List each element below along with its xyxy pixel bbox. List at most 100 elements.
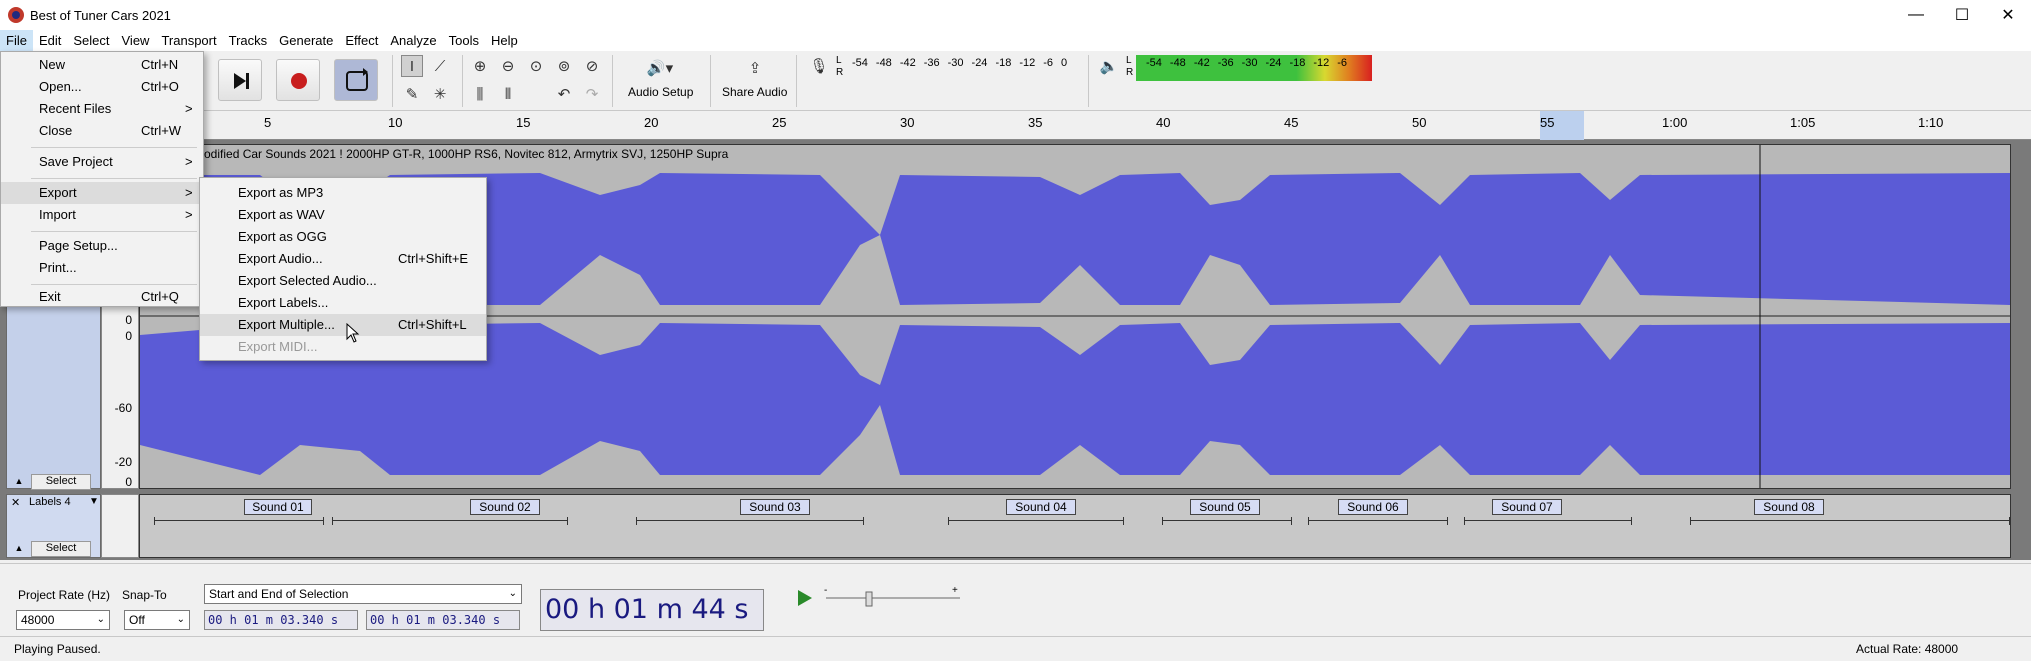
timeline-ruler[interactable]: 5 10 15 20 25 30 35 40 45 50 55 1:00 1:0…: [0, 111, 2031, 140]
minimize-button[interactable]: —: [1893, 0, 1939, 30]
file-menu: New Ctrl+N Open... Ctrl+O Recent Files > Cl…: [0, 51, 204, 307]
selection-mode-select[interactable]: Start and End of Selection ⌄: [204, 584, 522, 604]
maximize-button[interactable]: ☐: [1939, 0, 1985, 30]
menu-view[interactable]: View: [116, 30, 156, 51]
menu-item-close[interactable]: Close Ctrl+W: [1, 120, 203, 142]
redo-icon[interactable]: ↷: [581, 83, 603, 105]
label-sound-06[interactable]: Sound 06: [1338, 499, 1408, 515]
menu-tracks[interactable]: Tracks: [223, 30, 274, 51]
label-track-name[interactable]: Labels 4: [29, 496, 71, 508]
label-track-select-button[interactable]: Select: [31, 541, 91, 557]
close-button[interactable]: ✕: [1985, 0, 2031, 30]
label-sound-03[interactable]: Sound 03: [740, 499, 810, 515]
rec-meter-l: L: [836, 55, 842, 66]
menu-item-export[interactable]: Export >: [1, 182, 203, 204]
draw-tool-icon[interactable]: ✎: [401, 83, 423, 105]
label-track-menu-arrow-icon[interactable]: ▼: [89, 496, 99, 507]
label-vertical-ruler: [101, 494, 139, 558]
playback-meter[interactable]: L R -54 -48 -42 -36 -30 -24 -18 -12 -6: [1126, 55, 1372, 81]
label-sound-07[interactable]: Sound 07: [1492, 499, 1562, 515]
play-tick: -48: [1169, 57, 1186, 69]
audio-track-select-button[interactable]: Select: [31, 474, 91, 490]
menu-edit[interactable]: Edit: [33, 30, 67, 51]
title-bar: Best of Tuner Cars 2021 — ☐ ✕: [0, 0, 2031, 30]
menu-item-export-wav[interactable]: Export as WAV: [200, 204, 486, 226]
play-meter-r: R: [1126, 67, 1134, 78]
actual-rate-text: Actual Rate: 48000: [1856, 642, 1959, 656]
label-sound-01[interactable]: Sound 01: [244, 499, 312, 515]
label-sound-05[interactable]: Sound 05: [1190, 499, 1260, 515]
menu-item-export-ogg[interactable]: Export as OGG: [200, 226, 486, 248]
ruler-label: 40: [1156, 115, 1171, 130]
rec-meter-r: R: [836, 67, 844, 78]
project-rate-select[interactable]: 48000 ⌄: [16, 610, 110, 630]
envelope-tool-icon[interactable]: ⟋: [429, 55, 451, 77]
label-track[interactable]: Sound 01 Sound 02 Sound 03 Sound 04 Soun…: [139, 494, 2011, 558]
zoom-in-icon[interactable]: ⊕: [469, 55, 491, 77]
zoom-out-icon[interactable]: ⊖: [497, 55, 519, 77]
microphone-icon[interactable]: 🎙: [808, 55, 830, 77]
selection-mode-value: Start and End of Selection: [209, 587, 349, 601]
loop-button[interactable]: [334, 59, 378, 101]
collapse-arrow-icon[interactable]: ▲: [13, 543, 25, 555]
menu-tools[interactable]: Tools: [443, 30, 485, 51]
play-tick: -36: [1217, 57, 1234, 69]
menu-item-save-project[interactable]: Save Project >: [1, 151, 203, 173]
menu-item-print[interactable]: Print...: [1, 257, 203, 279]
selection-tool-icon[interactable]: I: [401, 55, 423, 77]
mouse-cursor-icon: [346, 323, 360, 343]
label-sound-08[interactable]: Sound 08: [1754, 499, 1824, 515]
play-tick: -42: [1193, 57, 1210, 69]
menu-item-export-mp3[interactable]: Export as MP3: [200, 182, 486, 204]
play-at-speed-control[interactable]: - +: [790, 584, 990, 614]
undo-icon[interactable]: ↶: [553, 83, 575, 105]
menu-generate[interactable]: Generate: [273, 30, 339, 51]
menu-file[interactable]: File: [0, 30, 33, 51]
skip-end-icon: [234, 73, 249, 89]
label-track-close-icon[interactable]: ✕: [11, 496, 20, 509]
fit-project-icon[interactable]: ⊚: [553, 55, 575, 77]
menu-item-open[interactable]: Open... Ctrl+O: [1, 76, 203, 98]
menu-item-export-selected-audio[interactable]: Export Selected Audio...: [200, 270, 486, 292]
menu-effect[interactable]: Effect: [339, 30, 384, 51]
multi-tool-icon[interactable]: ✳: [429, 83, 451, 105]
rec-tick: -54: [852, 57, 868, 69]
menu-help[interactable]: Help: [485, 30, 524, 51]
menu-item-new[interactable]: New Ctrl+N: [1, 54, 203, 76]
audio-setup-label[interactable]: Audio Setup: [628, 85, 693, 99]
selection-end-time[interactable]: 00 h 01 m 03.340 s: [366, 610, 520, 630]
skip-to-end-button[interactable]: [218, 59, 262, 101]
snap-to-select[interactable]: Off ⌄: [124, 610, 190, 630]
label-sound-02[interactable]: Sound 02: [470, 499, 540, 515]
selection-start-time[interactable]: 00 h 01 m 03.340 s: [204, 610, 358, 630]
menu-item-export-audio[interactable]: Export Audio... Ctrl+Shift+E: [200, 248, 486, 270]
menu-item-page-setup[interactable]: Page Setup...: [1, 235, 203, 257]
menu-select[interactable]: Select: [67, 30, 115, 51]
label-span: [636, 517, 864, 525]
menu-item-import[interactable]: Import >: [1, 204, 203, 226]
zoom-toggle-icon[interactable]: ⊘: [581, 55, 603, 77]
menu-item-export-multiple[interactable]: Export Multiple... Ctrl+Shift+L: [200, 314, 486, 336]
silence-audio-icon[interactable]: ⫴: [497, 83, 519, 105]
menu-transport[interactable]: Transport: [155, 30, 222, 51]
trim-audio-icon[interactable]: ⫼: [469, 83, 491, 105]
share-audio-label[interactable]: Share Audio: [722, 85, 787, 99]
collapse-arrow-icon[interactable]: ▲: [13, 476, 25, 488]
menu-item-export-midi[interactable]: Export MIDI...: [200, 336, 486, 358]
speaker-icon[interactable]: 🔈: [1098, 55, 1120, 77]
menu-item-exit[interactable]: Exit Ctrl+Q: [1, 286, 203, 308]
record-button[interactable]: [276, 59, 320, 101]
label-sound-04[interactable]: Sound 04: [1006, 499, 1076, 515]
speaker-dropdown-icon[interactable]: 🔊▾: [642, 57, 678, 79]
record-meter[interactable]: L R -54 -48 -42 -36 -30 -24 -18 -12 -6 0: [836, 55, 1076, 79]
status-text: Playing Paused.: [14, 642, 101, 656]
share-icon[interactable]: ⇪: [744, 57, 766, 79]
menu-item-recent-files[interactable]: Recent Files >: [1, 98, 203, 120]
menu-item-export-labels[interactable]: Export Labels...: [200, 292, 486, 314]
menu-analyze[interactable]: Analyze: [384, 30, 442, 51]
fit-selection-icon[interactable]: ⊙: [525, 55, 547, 77]
label-track-control-panel[interactable]: ✕ Labels 4 ▼ ▲ Select: [6, 494, 101, 558]
ruler-label: 45: [1284, 115, 1299, 130]
rec-tick: -6: [1043, 57, 1054, 69]
audio-position-time[interactable]: 00 h 01 m 44 s: [540, 589, 764, 631]
